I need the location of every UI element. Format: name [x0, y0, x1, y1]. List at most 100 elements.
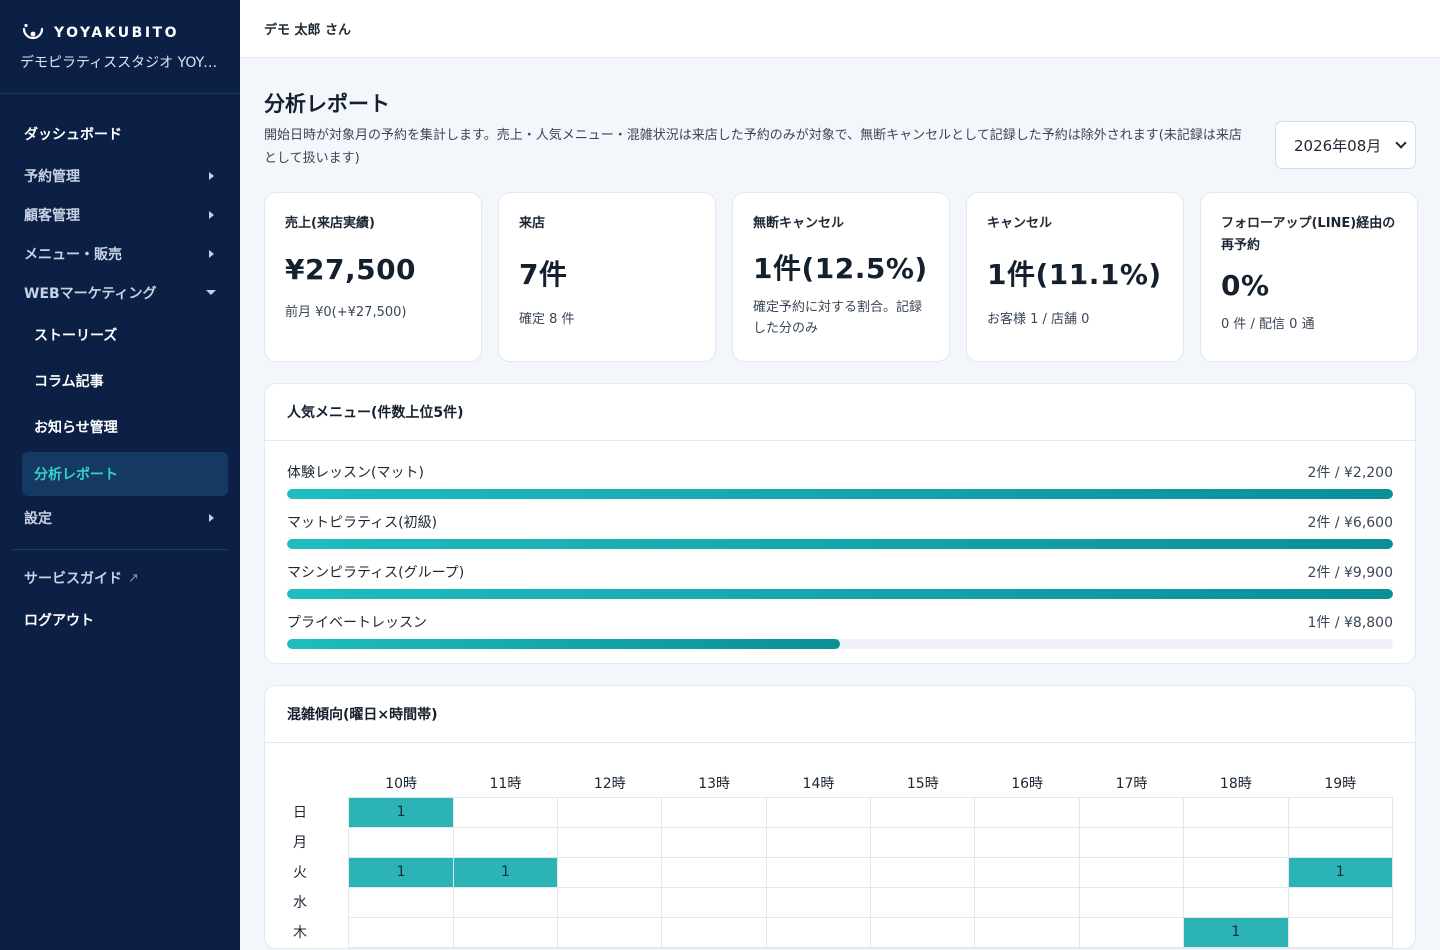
heatmap-cell: [557, 826, 663, 858]
heatmap-corner: [287, 769, 349, 797]
sidebar-item-web-marketing[interactable]: WEBマーケティング: [0, 273, 240, 312]
panel-title: 混雑傾向(曜日×時間帯): [265, 686, 1415, 743]
sidebar-item-customers[interactable]: 顧客管理: [0, 195, 240, 234]
heatmap-cell: [1287, 916, 1394, 948]
heatmap-cell: [1078, 796, 1185, 828]
heatmap-cell: [348, 916, 454, 948]
heatmap-cell: [452, 916, 559, 948]
sidebar: YOYAKUBITO デモピラティススタジオ YOYAKUBITO ダッシュボー…: [0, 0, 240, 950]
stat-card-visits: 来店 7件 確定 8 件: [498, 192, 716, 362]
menu-item-bar-fill: [287, 639, 840, 649]
stat-label: 来店: [519, 216, 546, 231]
sidebar-item-stories[interactable]: ストーリーズ: [0, 312, 240, 358]
sidebar-item-logout[interactable]: ログアウト: [0, 598, 240, 642]
popular-menu-item: 体験レッスン(マット) 2件 / ¥2,200: [287, 463, 1393, 513]
menu-item-name: プライベートレッスン: [287, 615, 427, 631]
heatmap-hour-label: 14時: [802, 775, 835, 792]
heatmap-cell: [557, 856, 663, 888]
main-content: 分析レポート 開始日時が対象月の予約を集計します。売上・人気メニュー・混雑状況は…: [264, 58, 1418, 949]
sidebar-item-reservations[interactable]: 予約管理: [0, 156, 240, 195]
heatmap-hour-label: 16時: [1011, 775, 1044, 792]
menu-item-name: マシンピラティス(グループ): [287, 565, 465, 581]
heatmap-cell: [870, 856, 976, 888]
heatmap-hour-label: 10時: [385, 775, 417, 792]
stat-card-followup: フォローアップ(LINE)経由の再予約 0% 0 件 / 配信 0 通: [1200, 192, 1418, 362]
chevron-right-icon: [209, 249, 214, 258]
sidebar-item-label: コラム記事: [34, 374, 104, 390]
heatmap-cell: [765, 796, 872, 828]
heatmap-cell: [974, 916, 1080, 948]
heatmap-cell: [557, 796, 663, 828]
brand-logo-icon: [22, 23, 44, 40]
stat-label: フォローアップ(LINE)経由の再予約: [1221, 216, 1396, 253]
sidebar-item-label: ダッシュボード: [24, 127, 122, 143]
menu-item-summary: 2件 / ¥6,600: [1307, 515, 1393, 531]
popular-menu-item: マシンピラティス(グループ) 2件 / ¥9,900: [287, 563, 1393, 613]
heatmap-cell: [348, 886, 454, 918]
chevron-right-icon: [209, 513, 214, 522]
menu-item-bar-fill: [287, 589, 1393, 599]
heatmap-wrap: 10時 11時 12時 13時 14時 15時 16時 17時 18時 19時日 1 月火 1 1 1 水木 1: [265, 743, 1415, 948]
heatmap-cell: [974, 856, 1080, 888]
heatmap-cell: [1078, 856, 1185, 888]
page-header: 分析レポート 開始日時が対象月の予約を集計します。売上・人気メニュー・混雑状況は…: [264, 58, 1416, 192]
sidebar-item-column-articles[interactable]: コラム記事: [0, 358, 240, 404]
popular-menu-item: プライベートレッスン 1件 / ¥8,800: [287, 613, 1393, 649]
heatmap-cell: [1287, 886, 1394, 918]
menu-item-bar-track: [287, 589, 1393, 599]
heatmap-cell: [452, 796, 559, 828]
stat-value: 0%: [1221, 269, 1270, 302]
page-description: 開始日時が対象月の予約を集計します。売上・人気メニュー・混雑状況は来店した予約の…: [264, 128, 1242, 166]
sidebar-item-dashboard[interactable]: ダッシュボード: [0, 112, 240, 156]
heatmap-cell: [974, 886, 1080, 918]
heatmap-cell: [1078, 826, 1185, 858]
sidebar-item-label: 顧客管理: [24, 207, 80, 224]
popular-menu-panel: 人気メニュー(件数上位5件) 体験レッスン(マット) 2件 / ¥2,200 マット…: [264, 383, 1416, 664]
heatmap-row: 水: [287, 886, 1394, 918]
stat-sub: 確定 8 件: [519, 312, 575, 327]
heatmap-cell: [1183, 826, 1289, 858]
menu-item-bar-track: [287, 639, 1393, 649]
month-select[interactable]: 2026年08月: [1275, 121, 1416, 169]
heatmap-cell: [452, 826, 559, 858]
heatmap-cell: [765, 916, 872, 948]
heatmap-day-label: 日: [293, 805, 307, 821]
sidebar-item-label: 予約管理: [24, 168, 80, 185]
sidebar-item-label: サービスガイド: [24, 571, 122, 587]
sidebar-item-label: ログアウト: [24, 613, 94, 629]
heatmap-cell: [765, 886, 872, 918]
heatmap-cell: 1: [452, 856, 559, 888]
menu-item-summary: 1件 / ¥8,800: [1307, 615, 1393, 631]
topbar: デモ 太郎 さん: [240, 0, 1440, 58]
sidebar-item-menu-sales[interactable]: メニュー・販売: [0, 234, 240, 273]
heatmap-cell: [348, 826, 454, 858]
heatmap-day-label: 水: [293, 895, 307, 911]
heatmap-cell: [661, 796, 767, 828]
heatmap-cell: [661, 886, 767, 918]
heatmap-cell: [870, 886, 976, 918]
stat-sub: お客様 1 / 店舗 0: [987, 312, 1090, 327]
sidebar-item-service-guide[interactable]: サービスガイド ↗: [0, 558, 240, 598]
chevron-right-icon: [209, 171, 214, 180]
brand: YOYAKUBITO デモピラティススタジオ YOYAKUBITO: [0, 0, 240, 94]
heatmap-cell: [1287, 796, 1394, 828]
sidebar-item-label: お知らせ管理: [34, 420, 118, 436]
user-name[interactable]: デモ 太郎 さん: [264, 19, 351, 38]
sidebar-item-analytics-report[interactable]: 分析レポート: [22, 452, 228, 496]
heatmap-cell: [1183, 886, 1289, 918]
chevron-down-icon: [1395, 137, 1407, 149]
heatmap-cell: [1183, 796, 1289, 828]
month-select-value: 2026年08月: [1294, 136, 1382, 155]
sidebar-item-settings[interactable]: 設定: [0, 498, 240, 537]
heatmap-day-label: 火: [293, 865, 307, 881]
heatmap-cell: [974, 796, 1080, 828]
heatmap-hour-label: 17時: [1115, 775, 1148, 792]
sidebar-item-label: ストーリーズ: [34, 328, 118, 344]
heatmap-cell: [765, 826, 872, 858]
heatmap-header-row: 10時 11時 12時 13時 14時 15時 16時 17時 18時 19時: [287, 769, 1393, 797]
brand-row[interactable]: YOYAKUBITO: [20, 22, 220, 44]
sidebar-item-news[interactable]: お知らせ管理: [0, 404, 240, 450]
heatmap-cell: [870, 796, 976, 828]
sidebar-item-label: メニュー・販売: [24, 246, 122, 263]
popular-menu-item: マットピラティス(初級) 2件 / ¥6,600: [287, 513, 1393, 563]
